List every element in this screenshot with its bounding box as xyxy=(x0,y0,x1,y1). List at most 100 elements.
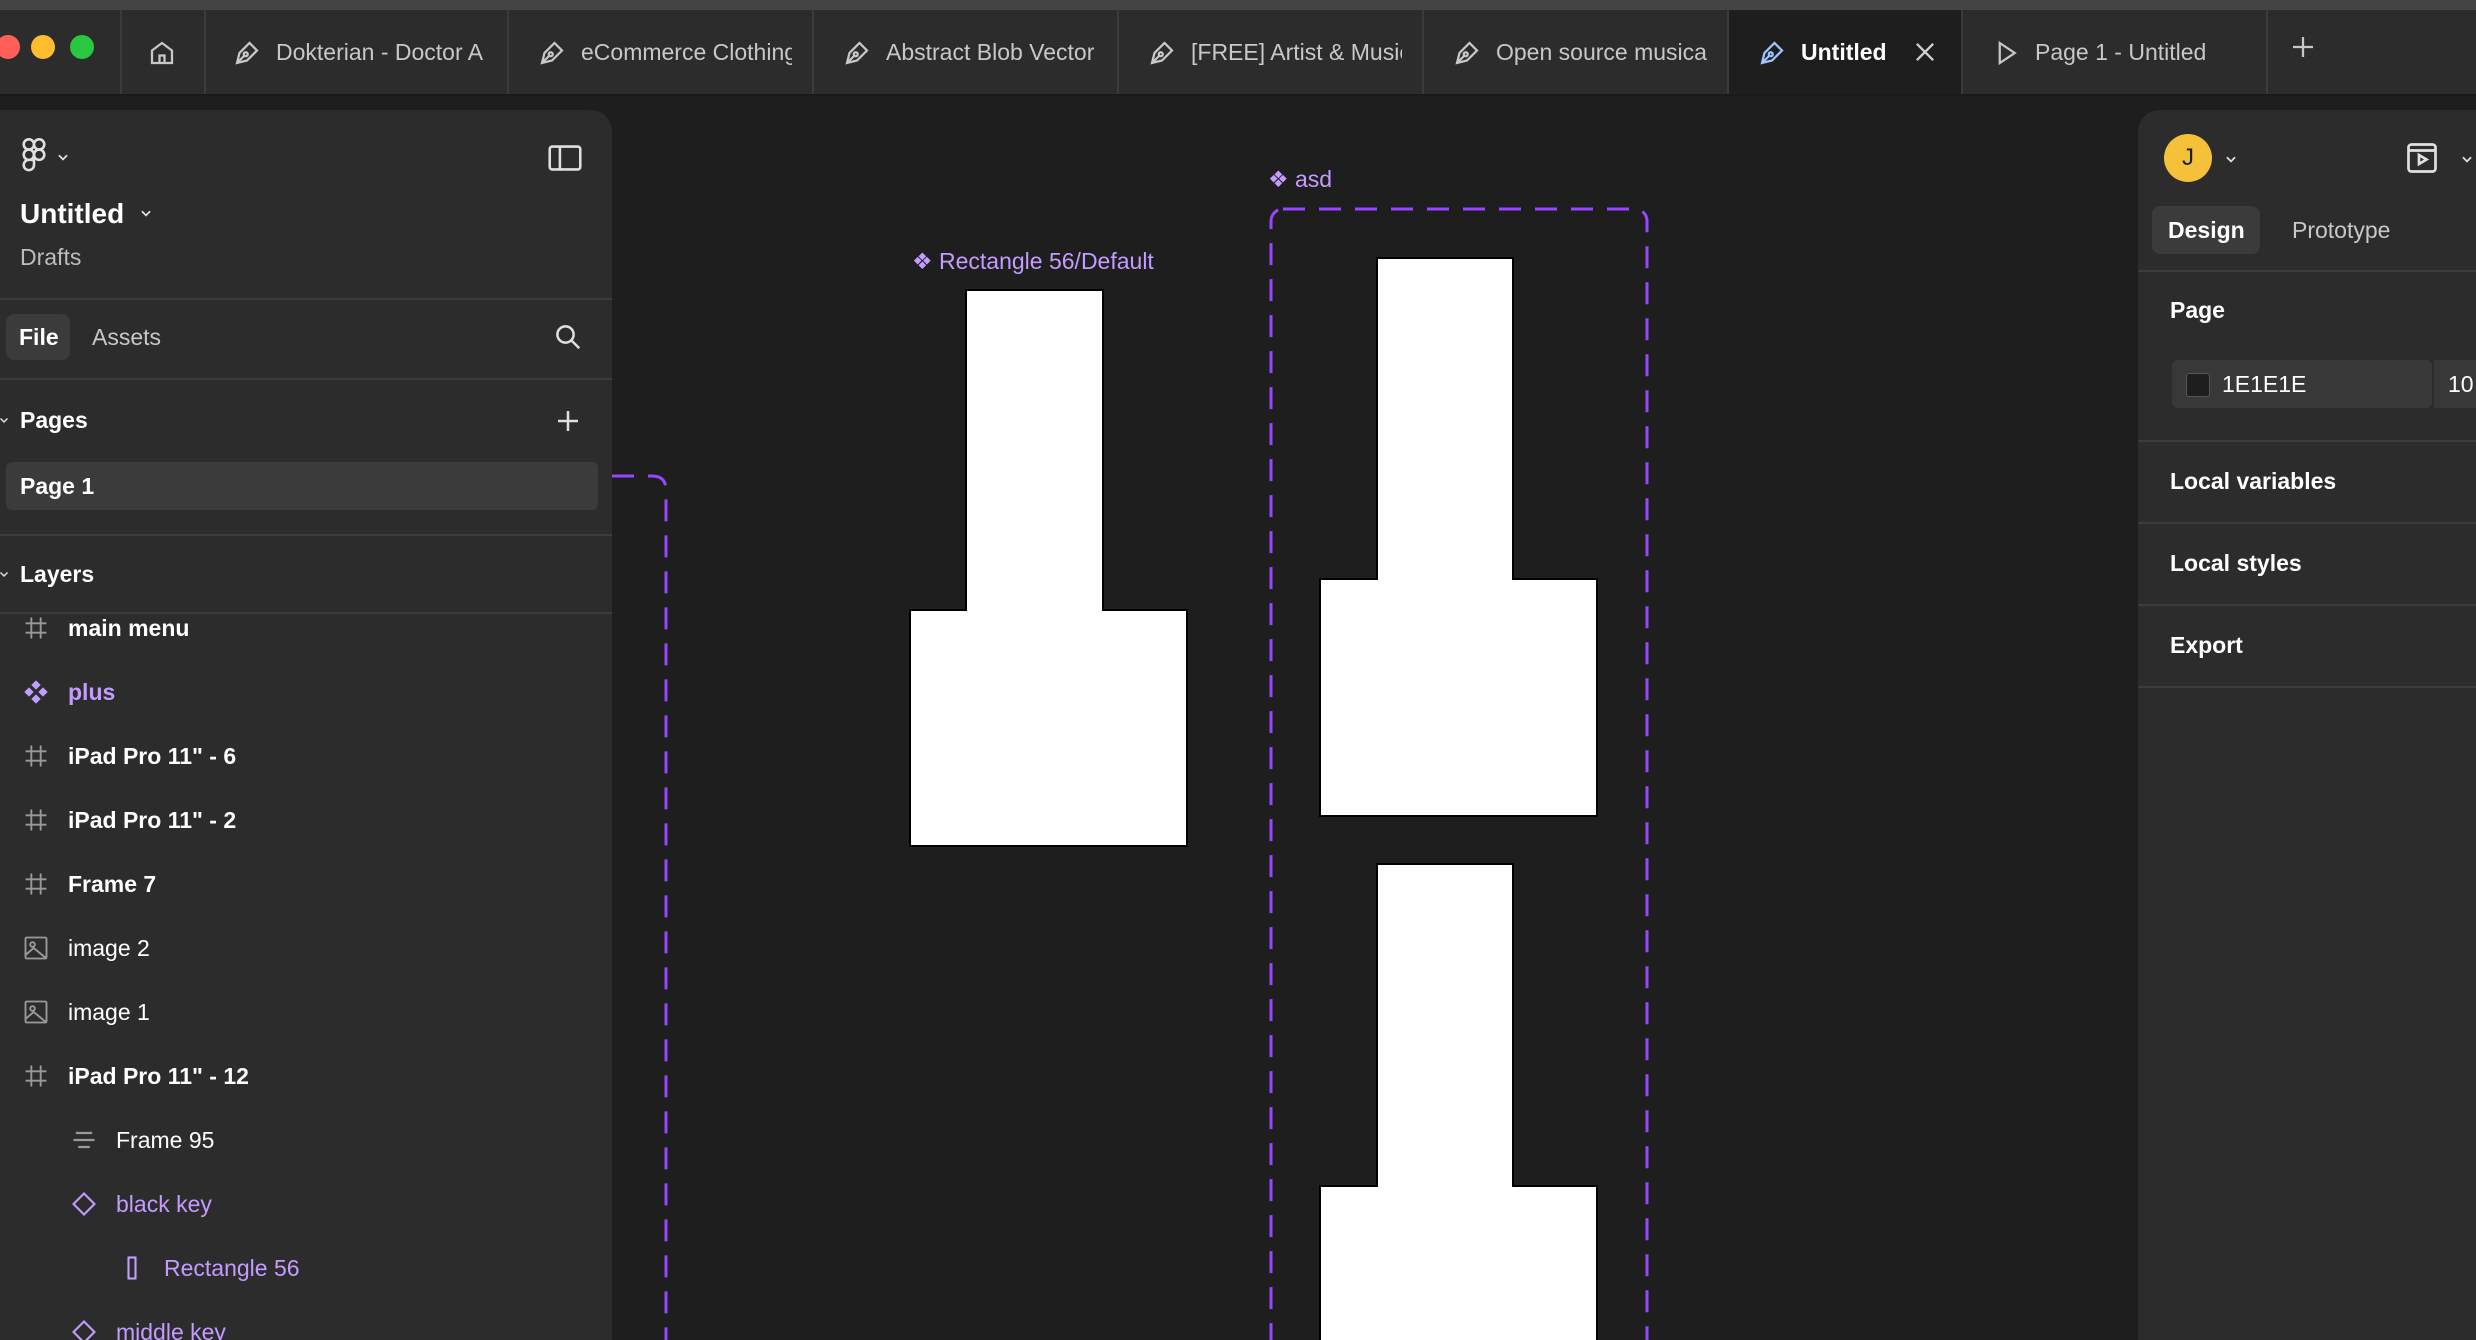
home-tab[interactable] xyxy=(120,10,206,94)
layer-label: iPad Pro 11" - 2 xyxy=(68,807,237,833)
close-window-button[interactable] xyxy=(0,35,20,59)
maximize-window-button[interactable] xyxy=(70,35,94,59)
layer-black-key[interactable]: black key xyxy=(0,1172,612,1236)
layer-label: main menu xyxy=(68,615,190,641)
left-panel: Untitled Drafts File Assets Pages Page 1… xyxy=(0,110,612,1340)
chevron-down-icon[interactable] xyxy=(2460,152,2474,166)
add-page-icon[interactable] xyxy=(553,406,583,436)
design-file-icon xyxy=(1760,41,1784,65)
layer-ipad-pro-6[interactable]: iPad Pro 11" - 6 xyxy=(0,724,612,788)
component-icon xyxy=(24,680,48,704)
component-set-label-text: asd xyxy=(1295,166,1333,192)
avatar-initial: J xyxy=(2182,144,2194,171)
minimize-window-button[interactable] xyxy=(31,35,55,59)
tab-bar: Dokterian - Doctor A eCommerce Clothing … xyxy=(0,0,2476,96)
layer-frame-95[interactable]: Frame 95 xyxy=(0,1108,612,1172)
home-icon xyxy=(150,41,174,65)
rectangle-icon xyxy=(127,1256,137,1280)
page-item[interactable]: Page 1 xyxy=(6,462,598,510)
layer-ipad-pro-12[interactable]: iPad Pro 11" - 12 xyxy=(0,1044,612,1108)
layer-label: Frame 95 xyxy=(116,1127,215,1153)
layer-label: iPad Pro 11" - 6 xyxy=(68,743,237,769)
chevron-down-icon xyxy=(140,210,151,217)
chevron-down-icon xyxy=(2226,156,2236,163)
present-icon[interactable] xyxy=(2404,140,2440,176)
search-icon[interactable] xyxy=(553,322,583,352)
tab-artist-music[interactable]: [FREE] Artist & Music xyxy=(1119,10,1424,94)
layer-label: image 2 xyxy=(68,935,150,961)
tab-label: Open source musical xyxy=(1496,39,1707,65)
layer-label: iPad Pro 11" - 12 xyxy=(68,1063,249,1089)
tab-prototype-page[interactable]: Page 1 - Untitled xyxy=(1963,10,2268,94)
play-icon xyxy=(1998,40,2017,66)
divider xyxy=(2138,522,2476,524)
instance-icon xyxy=(72,1320,96,1340)
window-top-edge xyxy=(0,0,2476,10)
user-menu[interactable]: J xyxy=(2164,134,2244,184)
file-title[interactable]: Untitled xyxy=(20,198,153,234)
page-color-field[interactable]: 1E1E1E xyxy=(2172,360,2432,408)
tab-label: Dokterian - Doctor A xyxy=(276,39,484,65)
local-styles-section[interactable]: Local styles xyxy=(2138,538,2476,588)
main-menu-button[interactable] xyxy=(20,138,80,178)
tab-file-label: File xyxy=(19,324,59,350)
component-label-text: Rectangle 56/Default xyxy=(939,248,1154,274)
layer-frame-7[interactable]: Frame 7 xyxy=(0,852,612,916)
chevron-down-icon xyxy=(0,417,9,424)
avatar: J xyxy=(2164,134,2212,182)
design-file-icon xyxy=(1150,41,1174,65)
component-icon: ❖ xyxy=(912,248,940,274)
divider xyxy=(0,378,612,380)
plus-icon[interactable] xyxy=(2288,32,2318,62)
divider xyxy=(2138,604,2476,606)
rectangle-56-default-shape[interactable] xyxy=(909,289,1188,847)
tab-dokterian[interactable]: Dokterian - Doctor A xyxy=(204,10,509,94)
layer-label: middle key xyxy=(116,1319,226,1340)
tab-file[interactable]: File xyxy=(6,314,70,360)
layer-middle-key[interactable]: middle key xyxy=(0,1300,612,1340)
layer-image-2[interactable]: image 2 xyxy=(0,916,612,980)
instance-icon xyxy=(72,1192,96,1216)
page-opacity-field[interactable]: 10 xyxy=(2434,360,2476,408)
divider xyxy=(0,298,612,300)
layers-heading: Layers xyxy=(20,561,95,587)
frame-dashed-outline[interactable] xyxy=(612,474,668,1340)
color-swatch[interactable] xyxy=(2186,373,2210,397)
tab-design[interactable]: Design xyxy=(2152,206,2260,254)
frame-icon xyxy=(25,873,47,895)
local-variables-section[interactable]: Local variables xyxy=(2138,456,2476,506)
close-icon[interactable] xyxy=(1911,38,1939,66)
figma-logo-icon xyxy=(22,138,46,172)
layer-label: Rectangle 56 xyxy=(164,1255,300,1281)
page-opacity-value: 10 xyxy=(2448,371,2474,397)
divider xyxy=(2138,686,2476,688)
layer-label: Frame 7 xyxy=(68,871,157,897)
tab-ecommerce[interactable]: eCommerce Clothing xyxy=(509,10,814,94)
layer-main-menu[interactable]: main menu xyxy=(0,596,612,660)
toggle-sidebar-icon[interactable] xyxy=(548,144,582,172)
right-panel: J Design Prototype Page 1E1E1E 10 Local … xyxy=(2138,110,2476,1340)
component-set-label[interactable]: ❖ asd xyxy=(1268,166,1332,193)
tab-open-source-musical[interactable]: Open source musical xyxy=(1424,10,1729,94)
layer-image-1[interactable]: image 1 xyxy=(0,980,612,1044)
variant-2-shape[interactable] xyxy=(1319,863,1598,1340)
layer-label: black key xyxy=(116,1191,212,1217)
layer-plus[interactable]: plus xyxy=(0,660,612,724)
image-icon xyxy=(24,1000,48,1024)
tab-assets[interactable]: Assets xyxy=(92,314,161,360)
layer-ipad-pro-2[interactable]: iPad Pro 11" - 2 xyxy=(0,788,612,852)
page-color-value: 1E1E1E xyxy=(2222,371,2307,397)
tab-untitled[interactable]: Untitled xyxy=(1729,10,1963,94)
tab-label: [FREE] Artist & Music xyxy=(1191,39,1402,65)
tab-abstract-blob[interactable]: Abstract Blob Vector xyxy=(814,10,1119,94)
component-label[interactable]: ❖ Rectangle 56/Default xyxy=(912,248,1154,275)
file-location[interactable]: Drafts xyxy=(20,244,81,271)
design-file-icon xyxy=(1455,41,1479,65)
layer-rectangle-56[interactable]: Rectangle 56 xyxy=(0,1236,612,1300)
variant-1-shape[interactable] xyxy=(1319,257,1598,817)
chevron-down-icon xyxy=(58,154,68,161)
tab-design-label: Design xyxy=(2168,217,2245,243)
frame-icon xyxy=(25,745,47,767)
tab-prototype[interactable]: Prototype xyxy=(2292,206,2390,254)
export-section[interactable]: Export xyxy=(2138,620,2476,670)
